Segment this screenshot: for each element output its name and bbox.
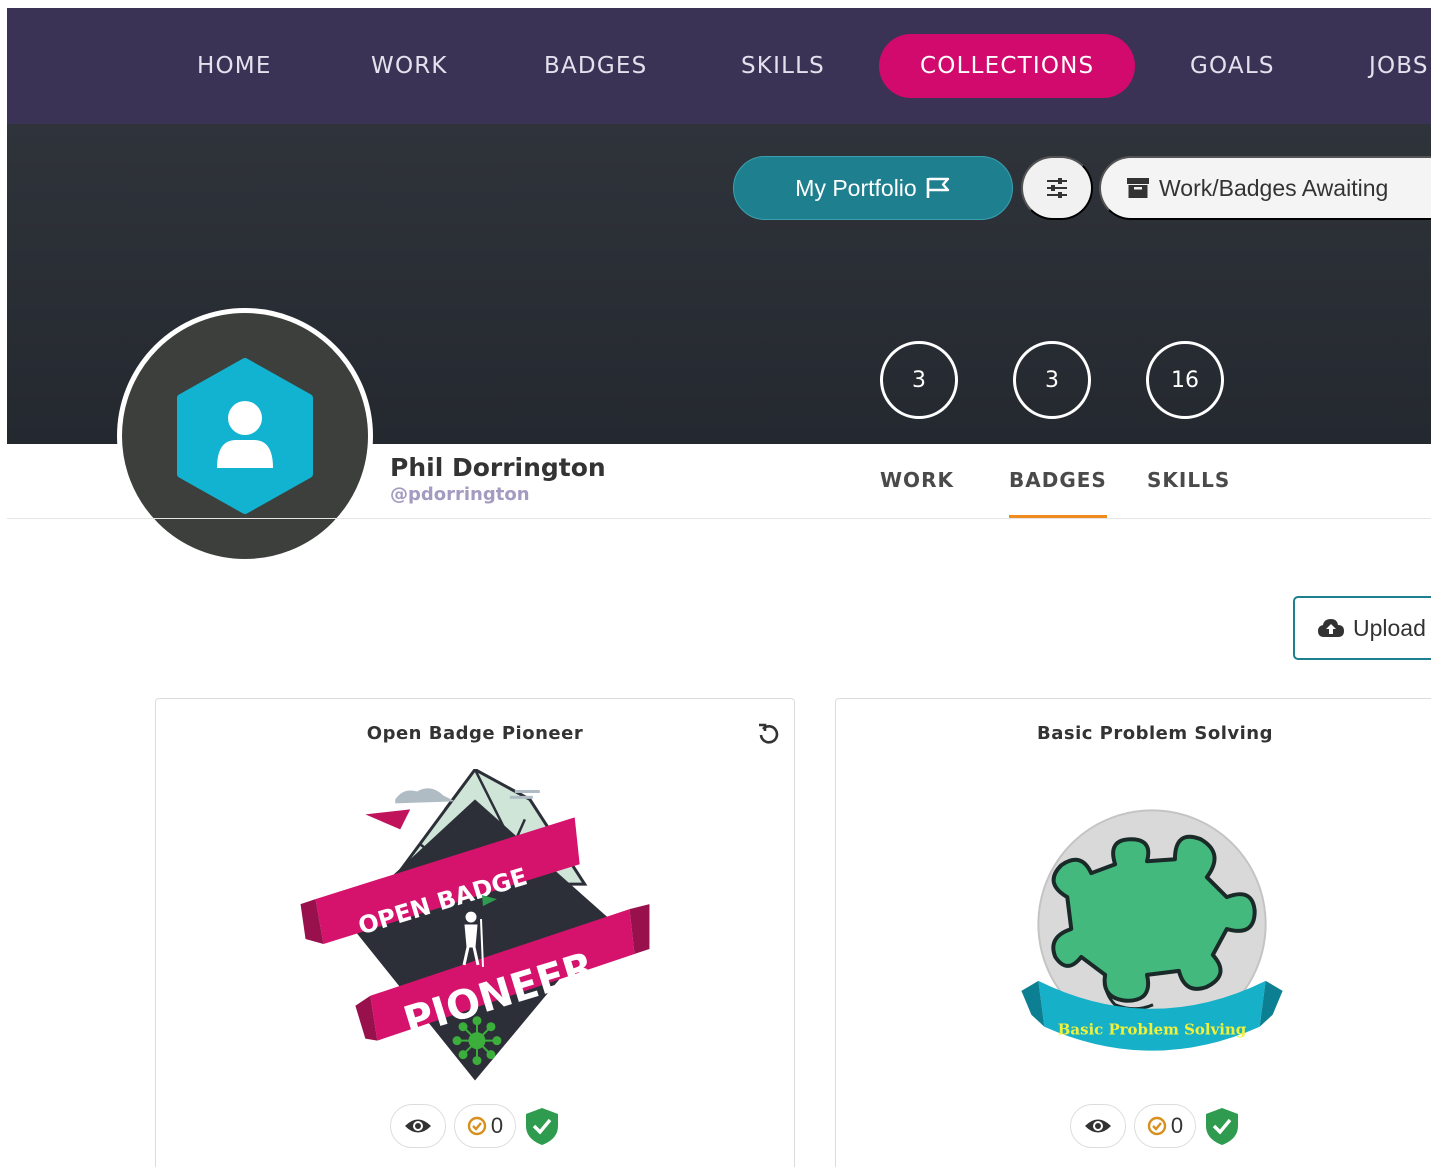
filter-settings-button[interactable]: [1021, 156, 1093, 220]
check-circle-icon: [1147, 1116, 1167, 1136]
nav-work[interactable]: WORK: [371, 34, 448, 98]
my-portfolio-label: My Portfolio: [795, 174, 917, 201]
badge-title: Basic Problem Solving: [1036, 723, 1273, 744]
my-portfolio-button[interactable]: My Portfolio: [733, 156, 1013, 220]
eye-icon: [404, 1119, 431, 1133]
sliders-icon: [1047, 178, 1067, 198]
verified-shield-icon: [1206, 1108, 1239, 1145]
endorsement-button[interactable]: 0: [453, 1104, 517, 1148]
badge-title: Open Badge Pioneer: [366, 723, 584, 744]
nav-jobs[interactable]: JOBS: [1369, 34, 1429, 98]
profile-name: Phil Dorrington: [390, 453, 606, 482]
nav-skills[interactable]: SKILLS: [741, 34, 825, 98]
profile-handle: @pdorrington: [390, 484, 530, 505]
stat-work-count[interactable]: 3: [880, 341, 958, 419]
cloud-upload-icon: [1318, 619, 1344, 637]
top-nav: HOME WORK BADGES SKILLS COLLECTIONS GOAL…: [7, 8, 1431, 124]
badge-card[interactable]: Basic Problem Solving Basic Problem Solv…: [835, 698, 1431, 1167]
awaiting-button[interactable]: Work/Badges Awaiting: [1099, 156, 1431, 220]
badge-actions: 0: [156, 1104, 794, 1148]
tab-divider: [7, 518, 1431, 519]
eye-icon: [1084, 1119, 1111, 1133]
upload-button[interactable]: Upload: [1293, 596, 1431, 660]
badge-ribbon-text: Basic Problem Solving: [1058, 1021, 1247, 1039]
flag-icon: [926, 177, 949, 198]
endorsement-button[interactable]: 0: [1133, 1104, 1197, 1148]
tab-work[interactable]: WORK: [880, 468, 954, 518]
archive-icon: [1127, 178, 1149, 198]
badge-card[interactable]: Open Badge Pioneer OPEN BADGE PIONEER 0: [155, 698, 795, 1167]
viewport: HOME WORK BADGES SKILLS COLLECTIONS GOAL…: [7, 8, 1431, 1167]
endorsement-count: 0: [1170, 1113, 1184, 1138]
nav-collections[interactable]: COLLECTIONS: [879, 34, 1136, 98]
badge-actions: 0: [836, 1104, 1431, 1148]
nav-goals[interactable]: GOALS: [1190, 34, 1275, 98]
badge-image-basic-problem-solving: Basic Problem Solving: [1021, 809, 1283, 1051]
awaiting-label: Work/Badges Awaiting: [1159, 174, 1389, 201]
verified-shield-icon: [526, 1108, 559, 1145]
badge-image-open-badge-pioneer: OPEN BADGE PIONEER: [300, 769, 650, 1081]
view-badge-button[interactable]: [389, 1104, 446, 1148]
stat-skills-count[interactable]: 16: [1146, 341, 1224, 419]
user-hexagon-icon: [177, 358, 313, 514]
upload-label: Upload: [1353, 614, 1426, 641]
nav-home[interactable]: HOME: [197, 34, 272, 98]
tab-badges[interactable]: BADGES: [1009, 468, 1107, 518]
avatar[interactable]: [117, 308, 373, 564]
view-badge-button[interactable]: [1069, 1104, 1126, 1148]
nav-badges[interactable]: BADGES: [544, 34, 647, 98]
endorsement-count: 0: [490, 1113, 504, 1138]
check-circle-icon: [467, 1116, 487, 1136]
refresh-icon[interactable]: [756, 721, 782, 747]
stat-badges-count[interactable]: 3: [1013, 341, 1091, 419]
tab-skills[interactable]: SKILLS: [1147, 468, 1230, 518]
